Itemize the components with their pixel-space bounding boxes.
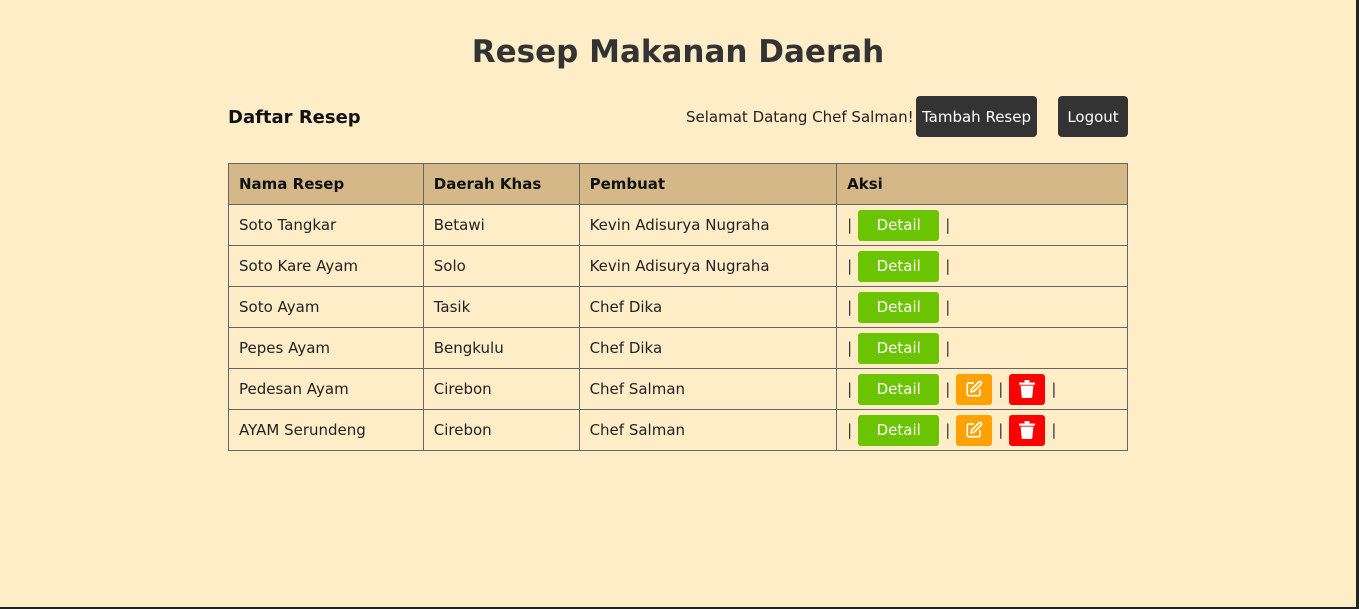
recipe-table: Nama Resep Daerah Khas Pembuat Aksi Soto… [228,163,1128,451]
section-title: Daftar Resep [228,107,361,128]
cell-aksi: | Detail | | | [836,409,1128,451]
detail-button[interactable]: Detail [858,250,940,282]
cell-daerah-khas: Cirebon [422,368,580,410]
separator: | [945,298,951,316]
separator: | [998,421,1004,439]
separator: | [847,298,853,316]
detail-button[interactable]: Detail [858,414,940,446]
cell-daerah-khas: Cirebon [422,409,580,451]
delete-button[interactable] [1009,373,1046,405]
table-row: AYAM Serundeng Cirebon Chef Salman | Detail |… [228,409,1128,451]
separator: | [945,216,951,234]
cell-aksi: | Detail | [836,245,1128,287]
separator: | [1051,421,1057,439]
cell-daerah-khas: Bengkulu [422,327,580,369]
separator: | [847,339,853,357]
detail-button[interactable]: Detail [858,332,940,364]
cell-pembuat: Chef Dika [578,327,838,369]
separator: | [998,380,1004,398]
cell-pembuat: Kevin Adisurya Nugraha [578,204,838,246]
edit-button[interactable] [956,414,993,446]
column-header-pembuat: Pembuat [578,163,838,205]
detail-button[interactable]: Detail [858,209,940,241]
column-header-aksi: Aksi [836,163,1128,205]
separator: | [847,421,853,439]
cell-pembuat: Kevin Adisurya Nugraha [578,245,838,287]
column-header-nama: Nama Resep [228,163,424,205]
cell-nama-resep: AYAM Serundeng [228,409,424,451]
column-header-daerah: Daerah Khas [422,163,580,205]
cell-daerah-khas: Solo [422,245,580,287]
table-row: Soto Tangkar Betawi Kevin Adisurya Nugraha… [228,204,1128,246]
trash-icon [1019,421,1036,439]
cell-daerah-khas: Betawi [422,204,580,246]
page-title: Resep Makanan Daerah [471,34,885,70]
detail-button[interactable]: Detail [858,373,940,405]
cell-nama-resep: Soto Kare Ayam [228,245,424,287]
cell-daerah-khas: Tasik [422,286,580,328]
add-recipe-button[interactable]: Tambah Resep [916,96,1037,137]
table-body: Soto Tangkar Betawi Kevin Adisurya Nugraha… [228,204,1128,451]
edit-icon [965,421,983,439]
separator: | [945,339,951,357]
cell-pembuat: Chef Dika [578,286,838,328]
cell-nama-resep: Soto Tangkar [228,204,424,246]
cell-pembuat: Chef Salman [578,368,838,410]
table-header-row: Nama Resep Daerah Khas Pembuat Aksi [228,163,1128,205]
separator: | [945,257,951,275]
cell-nama-resep: Soto Ayam [228,286,424,328]
cell-nama-resep: Pedesan Ayam [228,368,424,410]
edit-icon [965,380,983,398]
table-row: Pepes Ayam Bengkulu Chef Dika | Detail | [228,327,1128,369]
logout-button[interactable]: Logout [1058,96,1128,137]
delete-button[interactable] [1009,414,1046,446]
table-row: Soto Ayam Tasik Chef Dika | Detail | [228,286,1128,328]
cell-aksi: | Detail | [836,327,1128,369]
edit-button[interactable] [956,373,993,405]
cell-aksi: | Detail | | | [836,368,1128,410]
separator: | [945,421,951,439]
table-row: Pedesan Ayam Cirebon Chef Salman | Detail | | | [228,368,1128,410]
separator: | [847,380,853,398]
separator: | [847,257,853,275]
welcome-text: Selamat Datang Chef Salman! [686,108,914,126]
separator: | [945,380,951,398]
table-row: Soto Kare Ayam Solo Kevin Adisurya Nugraha… [228,245,1128,287]
cell-pembuat: Chef Salman [578,409,838,451]
cell-aksi: | Detail | [836,286,1128,328]
detail-button[interactable]: Detail [858,291,940,323]
cell-aksi: | Detail | [836,204,1128,246]
separator: | [847,216,853,234]
trash-icon [1019,380,1036,398]
cell-nama-resep: Pepes Ayam [228,327,424,369]
separator: | [1051,380,1057,398]
